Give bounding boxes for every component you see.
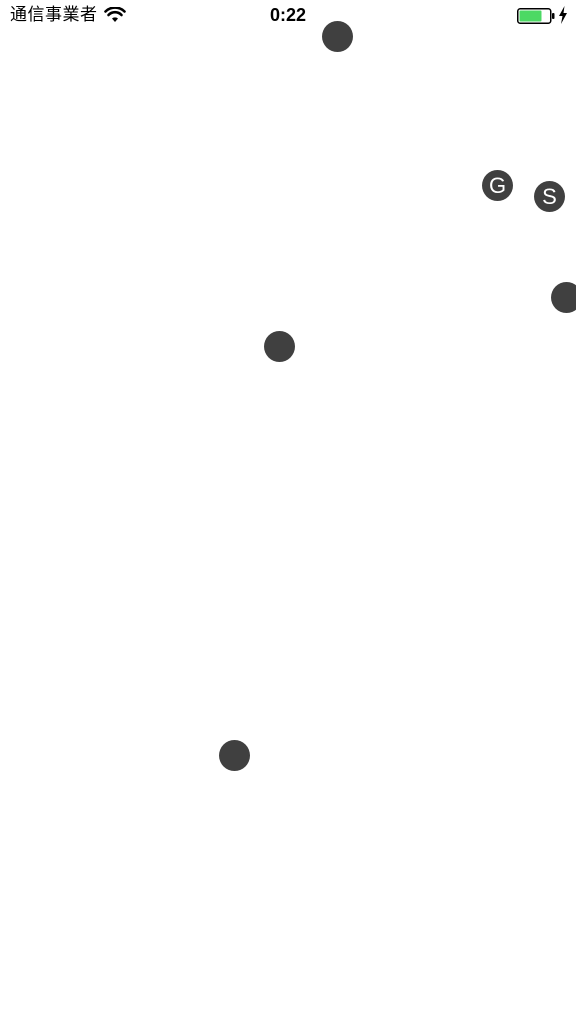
dot[interactable]: [551, 282, 576, 313]
battery-icon: [517, 8, 555, 24]
dot[interactable]: [322, 21, 353, 52]
dot[interactable]: [264, 331, 295, 362]
dot-g[interactable]: G: [482, 170, 513, 201]
status-time: 0:22: [269, 5, 307, 25]
charging-bolt-icon: [559, 6, 567, 24]
dot-s[interactable]: S: [534, 181, 565, 212]
status-bar: 通信事業者 0:22: [0, 0, 576, 32]
dot[interactable]: [219, 740, 250, 771]
